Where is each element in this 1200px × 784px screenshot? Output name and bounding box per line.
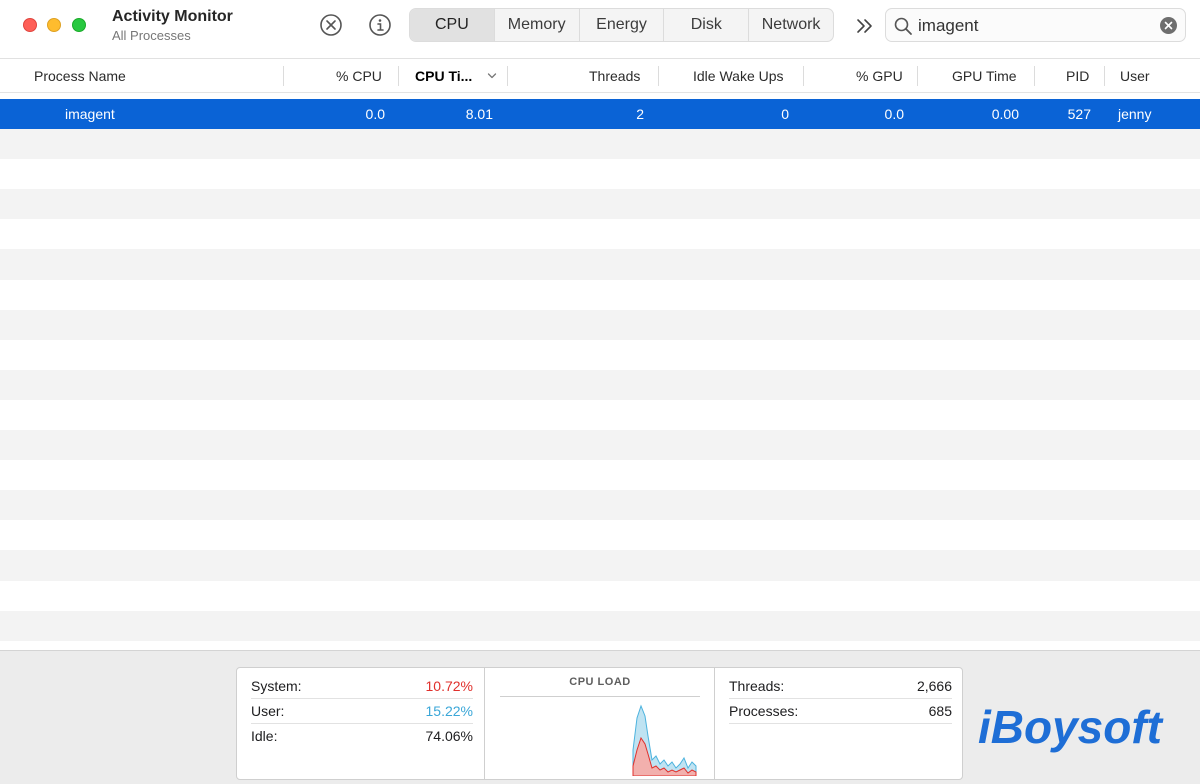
table-header: Process Name % CPU CPU Ti... Threads Idl… [0, 59, 1200, 93]
column-header-process-name[interactable]: Process Name [34, 59, 126, 93]
tab-disk[interactable]: Disk [663, 9, 748, 41]
column-header-gpu-time[interactable]: GPU Time [952, 59, 1017, 93]
column-header-pid[interactable]: PID [1066, 59, 1089, 93]
user-stat-row: User: 15.22% [251, 699, 473, 724]
column-divider[interactable] [658, 66, 659, 86]
empty-row [0, 581, 1200, 611]
column-header-idle-wake-ups[interactable]: Idle Wake Ups [693, 59, 784, 93]
column-header-threads[interactable]: Threads [589, 59, 640, 93]
threads-value: 2,666 [916, 678, 952, 694]
pid-cell: 527 [1067, 106, 1091, 122]
cpu-load-pane: CPU LOAD [485, 668, 715, 779]
column-divider[interactable] [1034, 66, 1035, 86]
search-field [885, 8, 1186, 42]
cpu-time-cell: 8.01 [465, 106, 493, 122]
idle-value: 74.06% [425, 728, 473, 744]
cpu-load-title: CPU LOAD [569, 676, 631, 688]
tab-group: CPU Memory Energy Disk Network [409, 8, 834, 42]
search-input[interactable] [918, 15, 1148, 37]
tab-network[interactable]: Network [748, 9, 833, 41]
app-title: Activity Monitor [112, 8, 233, 25]
empty-row [0, 189, 1200, 220]
idle-label: Idle: [251, 728, 278, 744]
window-zoom-button[interactable] [72, 18, 86, 32]
empty-row [0, 369, 1200, 400]
tab-memory[interactable]: Memory [493, 9, 579, 41]
processes-value: 685 [928, 703, 952, 719]
gpu-percent-cell: 0.0 [884, 106, 904, 122]
tab-cpu[interactable]: CPU [410, 9, 494, 41]
column-header-cpu-percent[interactable]: % CPU [336, 59, 382, 93]
system-value: 10.72% [425, 678, 473, 694]
process-name-cell: imagent [65, 106, 115, 122]
user-value: 15.22% [425, 703, 473, 719]
toolbar: Activity Monitor All Processes CPU Memor… [0, 0, 1200, 59]
column-divider[interactable] [507, 66, 508, 86]
gpu-time-cell: 0.00 [991, 106, 1019, 122]
window-minimize-button[interactable] [47, 18, 61, 32]
cpu-load-graph [632, 704, 697, 776]
double-chevron-right-icon[interactable] [853, 14, 877, 38]
column-divider[interactable] [283, 66, 284, 86]
threads-cell: 2 [636, 106, 644, 122]
divider [500, 696, 700, 697]
empty-row [0, 610, 1200, 641]
column-header-cpu-time[interactable]: CPU Ti... [415, 59, 472, 93]
empty-row [0, 309, 1200, 340]
empty-row [0, 159, 1200, 189]
search-icon [894, 17, 912, 35]
empty-row [0, 550, 1200, 581]
empty-row [0, 219, 1200, 249]
idle-stat-row: Idle: 74.06% [251, 724, 473, 749]
iboysoft-logo: iBoysoft [978, 701, 1164, 753]
empty-row [0, 460, 1200, 490]
window-close-button[interactable] [23, 18, 37, 32]
idle-wake-ups-cell: 0 [781, 106, 789, 122]
processes-label: Processes: [729, 703, 799, 719]
x-circle-icon[interactable] [319, 13, 343, 37]
cpu-stats-box: System: 10.72% User: 15.22% Idle: 74.06%… [236, 667, 963, 780]
processes-stat-row: Processes: 685 [729, 699, 952, 724]
threads-label: Threads: [729, 678, 785, 694]
empty-row [0, 340, 1200, 370]
column-divider[interactable] [1104, 66, 1105, 86]
empty-row [0, 280, 1200, 310]
process-table: imagent 0.0 8.01 2 0 0.0 0.00 527 jenny [0, 99, 1200, 641]
table-row[interactable]: imagent 0.0 8.01 2 0 0.0 0.00 527 jenny [0, 99, 1200, 130]
empty-row [0, 430, 1200, 461]
view-subtitle[interactable]: All Processes [112, 28, 191, 43]
process-count-pane: Threads: 2,666 Processes: 685 [715, 668, 962, 779]
user-cell: jenny [1118, 106, 1152, 122]
column-divider[interactable] [398, 66, 399, 86]
tab-energy[interactable]: Energy [578, 9, 664, 41]
threads-stat-row: Threads: 2,666 [729, 674, 952, 699]
empty-row [0, 400, 1200, 430]
system-stat-row: System: 10.72% [251, 674, 473, 699]
column-divider[interactable] [803, 66, 804, 86]
column-header-user[interactable]: User [1120, 59, 1150, 93]
empty-row [0, 520, 1200, 550]
empty-row [0, 249, 1200, 280]
empty-row [0, 129, 1200, 160]
system-label: System: [251, 678, 302, 694]
cpu-percent-cell: 0.0 [365, 106, 385, 122]
clear-search-icon[interactable] [1160, 17, 1177, 34]
user-label: User: [251, 703, 285, 719]
column-divider[interactable] [917, 66, 918, 86]
svg-text:iBoysoft: iBoysoft [978, 701, 1164, 753]
cpu-usage-pane: System: 10.72% User: 15.22% Idle: 74.06% [237, 668, 485, 779]
info-icon[interactable] [368, 13, 392, 37]
empty-row [0, 490, 1200, 521]
column-header-gpu-percent[interactable]: % GPU [856, 59, 903, 93]
sort-descending-chevron-icon[interactable] [487, 71, 497, 81]
